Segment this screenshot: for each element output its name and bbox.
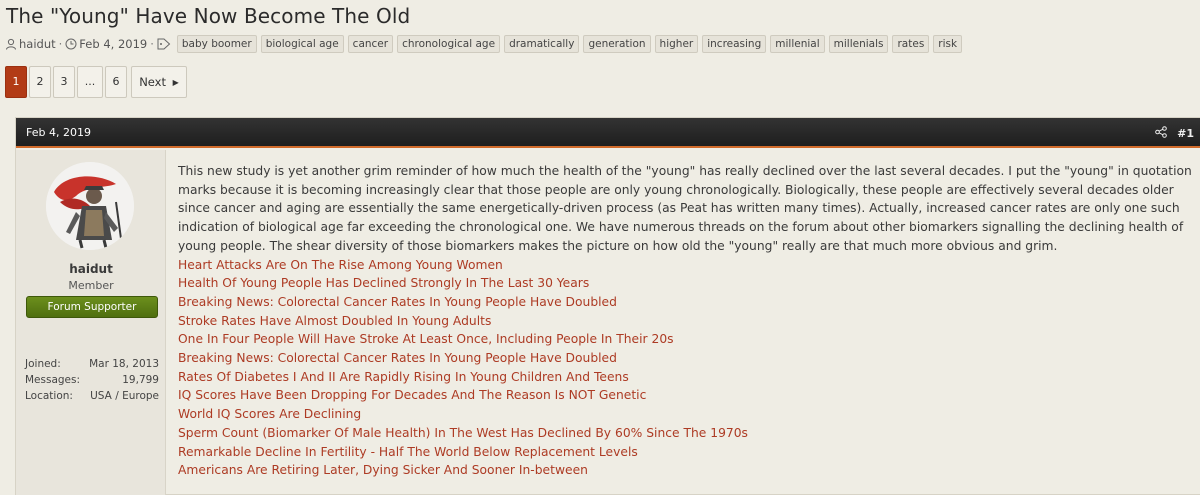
post-date[interactable]: Feb 4, 2019 <box>26 126 91 139</box>
thread-date[interactable]: Feb 4, 2019 <box>79 37 147 51</box>
thread-link[interactable]: IQ Scores Have Been Dropping For Decades… <box>178 386 1200 405</box>
stat-label: Messages: <box>25 374 81 386</box>
meta-separator: · <box>150 37 154 51</box>
list-item: Remarkable Decline In Fertility - Half T… <box>178 443 1200 462</box>
page-1-button[interactable]: 1 <box>5 66 27 98</box>
stat-value[interactable]: USA / Europe <box>90 388 159 404</box>
tag[interactable]: risk <box>933 35 963 53</box>
stat-label: Location: <box>25 390 73 402</box>
post-body: This new study is yet another grim remin… <box>178 162 1200 480</box>
tag-list: baby boomer biological age cancer chrono… <box>176 35 963 53</box>
supporter-banner: Forum Supporter <box>26 296 158 318</box>
author-stats: Joined: Mar 18, 2013 Messages: 19,799 Lo… <box>25 356 159 404</box>
stat-value: Mar 18, 2013 <box>89 358 159 370</box>
thread-link[interactable]: Americans Are Retiring Later, Dying Sick… <box>178 461 1200 480</box>
share-icon[interactable] <box>1155 126 1167 141</box>
chevron-right-icon: ▶ <box>172 78 179 87</box>
post-number[interactable]: #1 <box>1177 127 1194 140</box>
post-text: This new study is yet another grim remin… <box>178 164 1192 253</box>
thread-link[interactable]: Breaking News: Colorectal Cancer Rates I… <box>178 349 1200 368</box>
list-item: World IQ Scores Are Declining <box>178 405 1200 424</box>
thread-link[interactable]: Health Of Young People Has Declined Stro… <box>178 274 1200 293</box>
stat-location: Location: USA / Europe <box>25 388 159 404</box>
list-item: Health Of Young People Has Declined Stro… <box>178 274 1200 293</box>
next-page-button[interactable]: Next ▶ <box>131 66 187 98</box>
page-6-button[interactable]: 6 <box>105 66 127 98</box>
stat-joined: Joined: Mar 18, 2013 <box>25 356 159 372</box>
author-name[interactable]: haidut <box>16 262 166 276</box>
tag[interactable]: millenial <box>770 35 825 53</box>
list-item: Americans Are Retiring Later, Dying Sick… <box>178 461 1200 480</box>
list-item: Rates Of Diabetes I And II Are Rapidly R… <box>178 368 1200 387</box>
page-ellipsis-button[interactable]: ... <box>77 66 103 98</box>
list-item: One In Four People Will Have Stroke At L… <box>178 330 1200 349</box>
tag[interactable]: rates <box>892 35 930 53</box>
post: Feb 4, 2019 #1 haidut Member Forum Suppo… <box>15 117 1200 495</box>
page-3-button[interactable]: 3 <box>53 66 75 98</box>
avatar[interactable] <box>46 162 134 250</box>
tag[interactable]: generation <box>583 35 651 53</box>
list-item: Sperm Count (Biomarker Of Male Health) I… <box>178 424 1200 443</box>
meta-separator: · <box>58 37 63 51</box>
tag[interactable]: higher <box>654 35 699 53</box>
thread-link[interactable]: World IQ Scores Are Declining <box>178 405 1200 424</box>
thread-link[interactable]: Heart Attacks Are On The Rise Among Youn… <box>178 256 1200 275</box>
thread-link[interactable]: Rates Of Diabetes I And II Are Rapidly R… <box>178 368 1200 387</box>
author-sidebar: haidut Member Forum Supporter Joined: Ma… <box>16 150 166 495</box>
thread-link[interactable]: Remarkable Decline In Fertility - Half T… <box>178 443 1200 462</box>
author-title: Member <box>68 279 114 292</box>
stat-label: Joined: <box>25 358 61 370</box>
page-2-button[interactable]: 2 <box>29 66 51 98</box>
user-icon <box>5 38 17 50</box>
thread-link[interactable]: Breaking News: Colorectal Cancer Rates I… <box>178 293 1200 312</box>
tag[interactable]: cancer <box>347 35 394 53</box>
list-item: Stroke Rates Have Almost Doubled In Youn… <box>178 312 1200 331</box>
tag[interactable]: baby boomer <box>176 35 257 53</box>
stat-value[interactable]: 19,799 <box>122 372 159 388</box>
tag[interactable]: dramatically <box>504 35 580 53</box>
thread-title: The "Young" Have Now Become The Old <box>6 4 411 28</box>
tag[interactable]: increasing <box>702 35 767 53</box>
thread-meta: haidut · Feb 4, 2019 · baby boomer biolo… <box>5 35 963 53</box>
tag[interactable]: chronological age <box>397 35 501 53</box>
link-list: Heart Attacks Are On The Rise Among Youn… <box>178 256 1200 480</box>
list-item: IQ Scores Have Been Dropping For Decades… <box>178 386 1200 405</box>
tag[interactable]: millenials <box>828 35 889 53</box>
next-label: Next <box>139 75 166 89</box>
list-item: Breaking News: Colorectal Cancer Rates I… <box>178 349 1200 368</box>
stat-messages: Messages: 19,799 <box>25 372 159 388</box>
list-item: Breaking News: Colorectal Cancer Rates I… <box>178 293 1200 312</box>
tag-icon <box>157 38 171 50</box>
thread-author[interactable]: haidut <box>19 37 56 51</box>
pagination: 1 2 3 ... 6 Next ▶ <box>5 66 187 98</box>
post-actions: #1 <box>1155 126 1194 141</box>
post-header: Feb 4, 2019 #1 <box>16 118 1200 148</box>
tag[interactable]: biological age <box>260 35 344 53</box>
thread-link[interactable]: Stroke Rates Have Almost Doubled In Youn… <box>178 312 1200 331</box>
list-item: Heart Attacks Are On The Rise Among Youn… <box>178 256 1200 275</box>
clock-icon <box>65 38 77 50</box>
thread-link[interactable]: Sperm Count (Biomarker Of Male Health) I… <box>178 424 1200 443</box>
thread-link[interactable]: One In Four People Will Have Stroke At L… <box>178 330 1200 349</box>
